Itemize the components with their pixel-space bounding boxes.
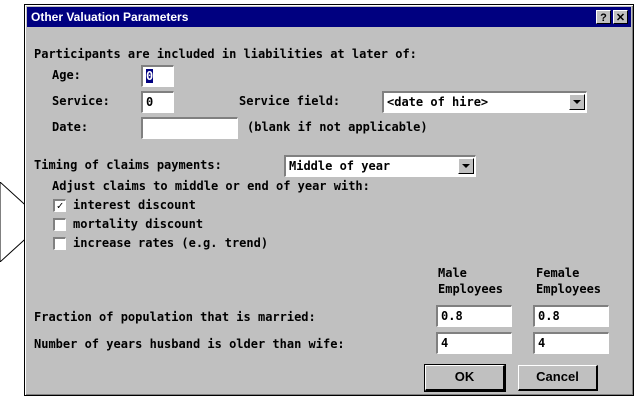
service-input[interactable]: 0 — [141, 91, 174, 113]
close-icon[interactable]: ✕ — [613, 10, 628, 24]
timing-label: Timing of claims payments: — [34, 158, 222, 172]
interest-discount-checkbox[interactable]: ✓ — [53, 199, 66, 212]
chevron-down-icon[interactable] — [458, 158, 474, 174]
service-field-select[interactable]: <date of hire> — [382, 91, 587, 113]
female-header-line2: Employees — [536, 282, 602, 296]
age-input[interactable]: 0 — [141, 65, 174, 87]
title-bar[interactable]: Other Valuation Parameters ? ✕ — [27, 7, 631, 27]
cancel-button[interactable]: Cancel — [518, 365, 598, 391]
date-input[interactable] — [141, 117, 238, 139]
timing-select[interactable]: Middle of year — [284, 155, 476, 177]
dialog-window: Other Valuation Parameters ? ✕ Participa… — [24, 4, 634, 396]
participants-heading: Participants are included in liabilities… — [34, 47, 417, 61]
interest-discount-label[interactable]: interest discount — [73, 197, 196, 213]
adjust-claims-label: Adjust claims to middle or end of year w… — [52, 179, 370, 193]
age-diff-male-input[interactable]: 4 — [436, 332, 512, 354]
increase-rates-checkbox[interactable] — [53, 237, 66, 250]
window-title: Other Valuation Parameters — [31, 10, 189, 24]
age-difference-label: Number of years husband is older than wi… — [34, 337, 345, 351]
male-header-line1: Male — [438, 266, 467, 280]
increase-rates-label[interactable]: increase rates (e.g. trend) — [73, 235, 268, 251]
date-hint: (blank if not applicable) — [247, 120, 428, 134]
chevron-down-icon[interactable] — [569, 94, 585, 110]
male-header-line2: Employees — [438, 282, 504, 296]
ok-button[interactable]: OK — [424, 364, 506, 392]
married-female-input[interactable]: 0.8 — [533, 305, 609, 327]
service-field-label: Service field: — [239, 94, 341, 108]
mortality-discount-label[interactable]: mortality discount — [73, 216, 203, 232]
date-label: Date: — [52, 120, 89, 134]
married-male-input[interactable]: 0.8 — [436, 305, 512, 327]
help-icon[interactable]: ? — [596, 10, 611, 24]
married-fraction-label: Fraction of population that is married: — [34, 310, 316, 324]
age-diff-female-input[interactable]: 4 — [533, 332, 609, 354]
female-header-line1: Female — [536, 266, 580, 280]
age-label: Age: — [52, 68, 81, 82]
service-label: Service: — [52, 94, 110, 108]
mortality-discount-checkbox[interactable] — [53, 218, 66, 231]
